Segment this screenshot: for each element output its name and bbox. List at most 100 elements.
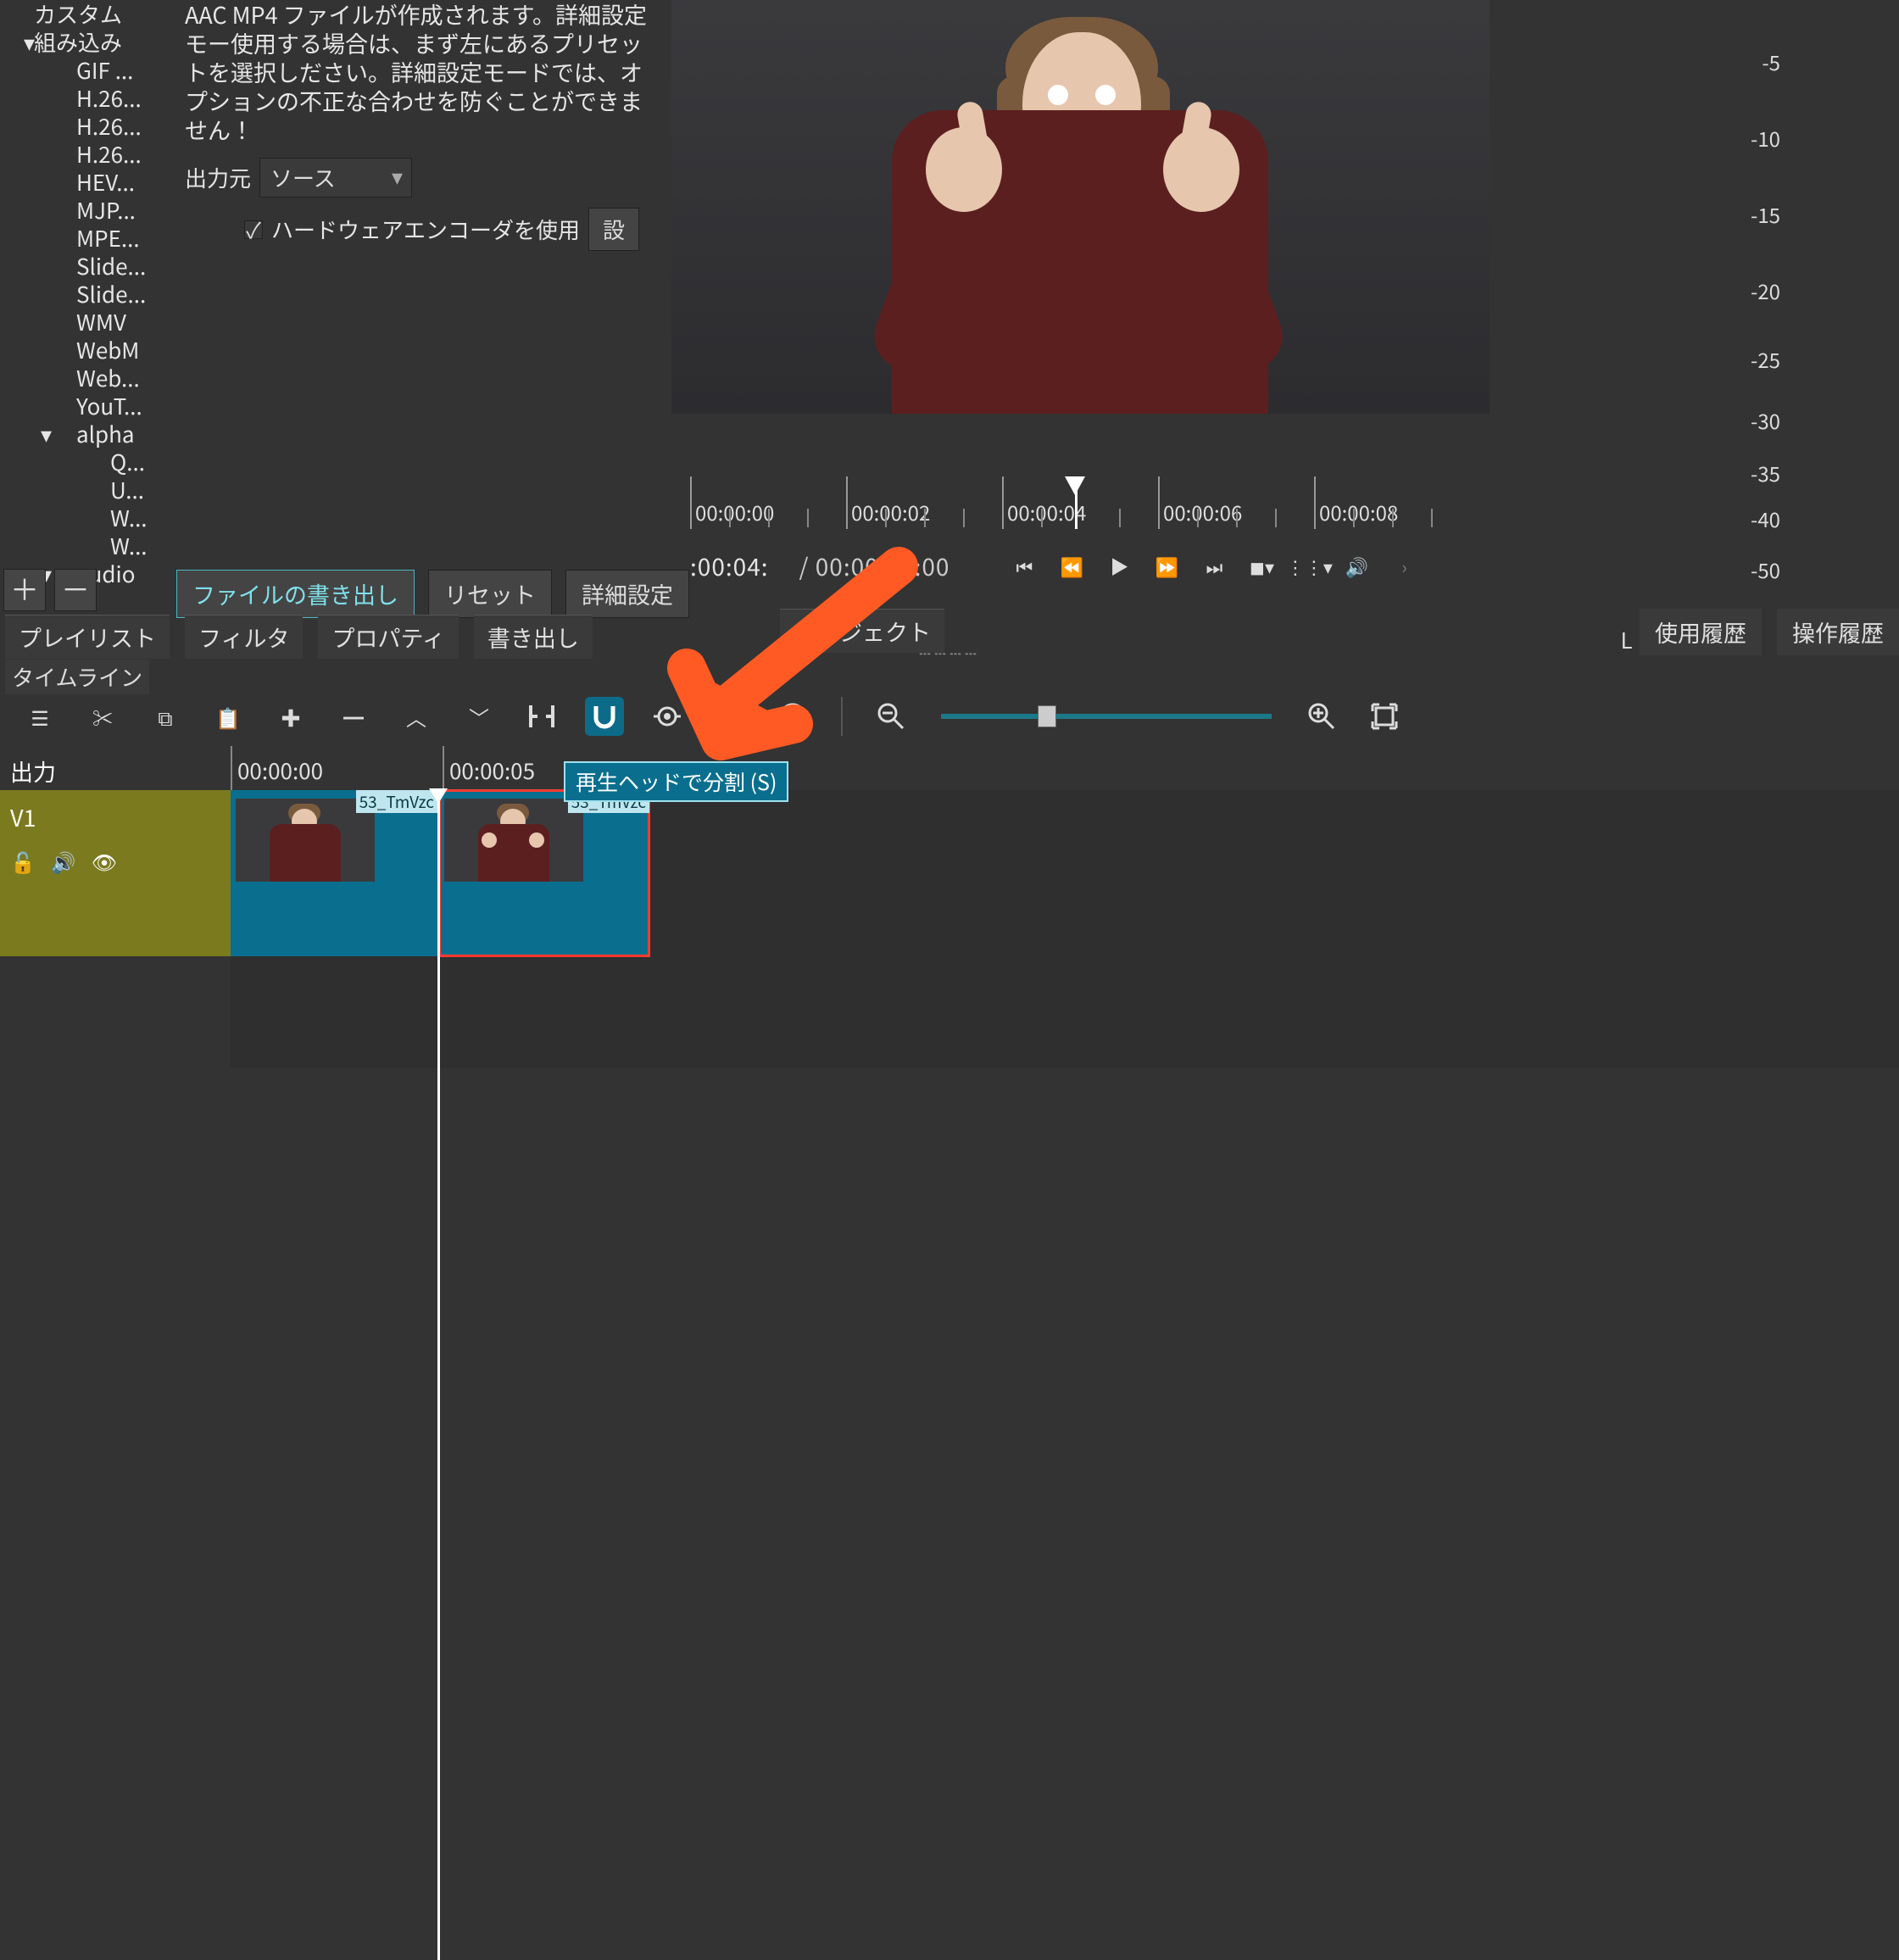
chevron-down-icon: ▾ <box>41 420 58 448</box>
timeline-ruler[interactable]: 00:00:00 00:00:05 <box>231 746 1899 790</box>
preset-item[interactable]: GIF ... <box>0 56 170 84</box>
preset-item[interactable]: W... <box>0 532 170 560</box>
meter-label: -30 <box>1751 405 1780 435</box>
zoom-fit-button[interactable] <box>1365 697 1404 736</box>
zoom-mode-button[interactable]: ◼▾ <box>1245 549 1278 583</box>
more-button[interactable]: › <box>1387 549 1421 583</box>
export-description: AAC MP4 ファイルが作成されます。詳細設定モー使用する場合は、まず左にある… <box>176 0 671 153</box>
preset-item[interactable]: W... <box>0 504 170 532</box>
meter-label: -5 <box>1762 47 1780 76</box>
zoom-out-button[interactable] <box>872 697 911 736</box>
export-file-button[interactable]: ファイルの書き出し <box>176 570 415 618</box>
timeline-track-header: 出力 V1 🔓 🔊 👁 <box>0 746 231 1068</box>
preset-item[interactable]: Slide... <box>0 280 170 308</box>
preset-item[interactable]: Web... <box>0 364 170 392</box>
preset-item[interactable]: Slide... <box>0 252 170 280</box>
clip-thumbnail <box>236 799 375 882</box>
zoom-slider-knob[interactable] <box>1038 705 1056 727</box>
mute-icon[interactable]: 🔊 <box>51 846 76 876</box>
timecode-total: / 00:00:10:00 <box>799 549 950 583</box>
track-v1-header[interactable]: V1 🔓 🔊 👁 <box>0 790 231 956</box>
chevron-down-icon: ▾ <box>24 28 41 56</box>
meter-label: -20 <box>1751 276 1780 305</box>
ruler-label: 00:00:05 <box>449 754 535 786</box>
copy-button[interactable]: ⧉ <box>146 697 185 736</box>
add-preset-button[interactable]: ＋ <box>3 569 46 611</box>
scrub-audio-button[interactable] <box>648 697 687 736</box>
playhead-icon[interactable] <box>1065 476 1085 495</box>
preset-item[interactable]: H.26... <box>0 112 170 140</box>
preview-ruler[interactable]: 00:00:00 00:00:02 00:00:04 00:00:06 00:0… <box>690 476 1467 529</box>
toolbar-separator <box>841 697 843 736</box>
timeline-tracks[interactable]: 53_TmVzc 53_TmVzc <box>231 790 1899 1068</box>
preset-item[interactable]: H.26... <box>0 140 170 168</box>
clip-name-tag: 53_TmVzc <box>356 790 437 813</box>
preset-item[interactable]: HEV... <box>0 168 170 196</box>
preset-alpha[interactable]: ▾alpha <box>0 420 170 448</box>
timeline-menu-button[interactable]: ☰ <box>20 697 59 736</box>
preset-builtin[interactable]: ▾組み込み <box>0 28 170 56</box>
remove-button[interactable]: ━ <box>334 697 373 736</box>
ruler-label: 00:00:00 <box>237 754 323 786</box>
zoom-slider[interactable] <box>941 714 1272 719</box>
zoom-in-button[interactable] <box>1302 697 1341 736</box>
preset-item[interactable]: YouT... <box>0 392 170 420</box>
lock-icon[interactable]: 🔓 <box>10 846 36 876</box>
grid-button[interactable]: ⋮⋮▾ <box>1292 549 1326 583</box>
hw-encoder-config-button[interactable]: 設 <box>588 208 639 251</box>
meter-label: -15 <box>1751 199 1780 229</box>
tab-history[interactable]: 操作履歴 <box>1777 609 1899 655</box>
tab-recent[interactable]: 使用履歴 <box>1640 609 1762 655</box>
timecode-current[interactable]: :00:04: <box>690 549 769 583</box>
reset-button[interactable]: リセット <box>428 570 552 618</box>
append-button[interactable]: ✚ <box>271 697 310 736</box>
cut-button[interactable]: ✂ <box>83 697 122 736</box>
ruler-label: 00:00:02 <box>851 497 930 526</box>
preset-item[interactable]: MJP... <box>0 196 170 224</box>
hw-encoder-label: ハードウェアエンコーダを使用 <box>271 214 580 245</box>
timeline-playhead[interactable] <box>437 790 440 1960</box>
ripple-button[interactable] <box>710 697 749 736</box>
preview-monitor <box>671 0 1490 414</box>
transport-bar: :00:04: / 00:00:10:00 ⏮ ⏪ ▶ ⏩ ⏭ ◼▾ ⋮⋮▾ 🔊… <box>690 543 1479 590</box>
preset-item[interactable]: MPE... <box>0 224 170 252</box>
timeline-body: 出力 V1 🔓 🔊 👁 00:00:00 00:00:05 53_TmVzc <box>0 746 1899 1068</box>
meter-label: -35 <box>1751 458 1780 487</box>
rewind-button[interactable]: ⏪ <box>1055 549 1089 583</box>
split-button[interactable] <box>522 697 561 736</box>
meter-label: -50 <box>1751 554 1780 584</box>
fast-forward-button[interactable]: ⏩ <box>1150 549 1183 583</box>
export-from-select[interactable]: ソース <box>259 158 412 198</box>
snap-button[interactable] <box>585 697 624 736</box>
ruler-label: 00:00:00 <box>695 497 774 526</box>
preset-tree: カスタム ▾組み込み GIF ... H.26... H.26... H.26.… <box>0 0 170 560</box>
ruler-label: 00:00:06 <box>1163 497 1242 526</box>
preset-item[interactable]: Q... <box>0 448 170 476</box>
hide-icon[interactable]: 👁 <box>92 846 117 876</box>
ripple-all-button[interactable] <box>773 697 812 736</box>
preset-item[interactable]: WMV <box>0 308 170 336</box>
preset-item[interactable]: WebM <box>0 336 170 364</box>
preset-item[interactable]: H.26... <box>0 84 170 112</box>
timeline-clip[interactable]: 53_TmVzc <box>231 790 437 956</box>
clip-thumbnail <box>444 799 583 882</box>
preset-item[interactable]: U... <box>0 476 170 504</box>
meter-label: -25 <box>1751 344 1780 374</box>
play-button[interactable]: ▶ <box>1102 549 1136 583</box>
skip-start-button[interactable]: ⏮ <box>1007 549 1041 583</box>
track-label: V1 <box>10 800 36 833</box>
overwrite-button[interactable]: ﹀ <box>459 697 498 736</box>
timeline-toolbar: ☰ ✂ ⧉ 📋 ✚ ━ ︿ ﹀ <box>0 687 1899 746</box>
lift-button[interactable]: ︿ <box>397 697 436 736</box>
paste-button[interactable]: 📋 <box>209 697 248 736</box>
preset-custom[interactable]: カスタム <box>0 0 170 28</box>
remove-preset-button[interactable]: － <box>54 569 97 611</box>
ruler-label: 00:00:08 <box>1319 497 1398 526</box>
panel-splitter[interactable]: ┅┅┅┅ <box>0 646 1899 656</box>
advanced-button[interactable]: 詳細設定 <box>565 570 689 618</box>
skip-end-button[interactable]: ⏭ <box>1197 549 1231 583</box>
timeline-clip-selected[interactable]: 53_TmVzc <box>439 790 649 956</box>
timeline-output-row[interactable]: 出力 <box>0 746 231 790</box>
hw-encoder-checkbox[interactable]: ✓ <box>244 220 263 239</box>
volume-button[interactable]: 🔊 <box>1339 549 1373 583</box>
